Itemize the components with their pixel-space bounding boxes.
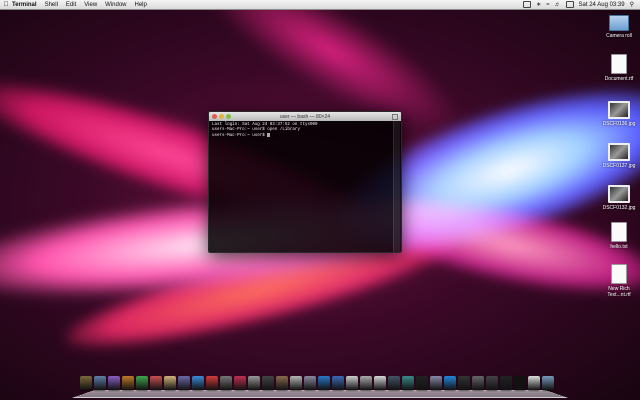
dock-app-icon[interactable] — [192, 376, 204, 390]
dock-app-icon[interactable] — [108, 376, 120, 390]
dock-app-icon[interactable] — [136, 376, 148, 390]
dock-app-icon[interactable] — [542, 376, 554, 390]
terminal-output[interactable]: Last login: Sat Aug 24 03:37:52 on ttys0… — [209, 121, 401, 252]
image-file-icon — [608, 101, 630, 119]
dock-shelf — [72, 389, 568, 398]
dock-app-icon[interactable] — [304, 376, 316, 390]
dock-app-icon[interactable] — [262, 376, 274, 390]
terminal-prompt: users-Mac-Pro:~ user$ — [212, 133, 398, 139]
dock-app-icon[interactable] — [430, 376, 442, 390]
desktop-icon-photo-3[interactable]: DSCF0132.jpg — [602, 182, 636, 211]
dock-app-icon[interactable] — [318, 376, 330, 390]
bluetooth-icon[interactable]: ∗ — [536, 1, 541, 8]
dock-app-icon[interactable] — [206, 376, 218, 390]
menu-window[interactable]: Window — [105, 2, 126, 8]
menu-clock[interactable]: Sat 24 Aug 03:39 — [579, 2, 625, 8]
dock-app-icon[interactable] — [528, 376, 540, 390]
desktop-icon-document[interactable]: Document.rtf — [602, 54, 636, 82]
desktop-icon-rich-text[interactable]: New Rich Text...nt.rtf — [602, 264, 636, 298]
menu-app-terminal[interactable]: Terminal — [12, 2, 37, 8]
desktop-icon-photo-1[interactable]: DSCF0136.jpg — [602, 98, 636, 127]
dock-app-icon[interactable] — [164, 376, 176, 390]
dock-app-icon[interactable] — [388, 376, 400, 390]
dock-app-icon[interactable] — [374, 376, 386, 390]
dock-app-icon[interactable] — [360, 376, 372, 390]
wifi-icon[interactable]: ≈ — [546, 2, 549, 8]
terminal-scrollbar[interactable] — [393, 121, 400, 252]
dock-app-icon[interactable] — [416, 376, 428, 390]
image-file-icon — [608, 185, 630, 203]
desktop-icon-photo-2[interactable]: DSCF0137.jpg — [602, 140, 636, 169]
menu-view[interactable]: View — [84, 2, 97, 8]
dock-app-icon[interactable] — [346, 376, 358, 390]
dock — [72, 376, 568, 398]
dock-app-icon[interactable] — [486, 376, 498, 390]
battery-icon[interactable] — [565, 1, 574, 8]
dock-app-icon[interactable] — [94, 376, 106, 390]
dock-app-icon[interactable] — [122, 376, 134, 390]
desktop-icon-text-file[interactable]: hello.txt — [602, 222, 636, 250]
dock-app-icon[interactable] — [80, 376, 92, 390]
image-file-icon — [608, 143, 630, 161]
dock-app-icon[interactable] — [332, 376, 344, 390]
dock-app-icon[interactable] — [500, 376, 512, 390]
dock-app-icon[interactable] — [472, 376, 484, 390]
menu-bar:  Terminal Shell Edit View Window Help ∗… — [0, 0, 640, 10]
text-cursor — [267, 133, 271, 138]
text-file-icon — [611, 222, 627, 242]
spotlight-icon[interactable]: ⚲ — [630, 1, 634, 8]
terminal-title-bar[interactable]: user — bash — 80×24 — [209, 112, 401, 121]
dock-app-icon[interactable] — [248, 376, 260, 390]
dock-app-icon[interactable] — [150, 376, 162, 390]
dock-app-icon[interactable] — [458, 376, 470, 390]
dock-app-icon[interactable] — [290, 376, 302, 390]
volume-icon[interactable]: ♬ — [555, 2, 561, 8]
toolbar-toggle-button[interactable] — [392, 114, 398, 120]
dock-app-icon[interactable] — [234, 376, 246, 390]
document-icon — [611, 54, 627, 74]
dock-app-icon[interactable] — [276, 376, 288, 390]
menu-extras: ∗ ≈ ♬ Sat 24 Aug 03:39 ⚲ — [523, 1, 640, 8]
menu-help[interactable]: Help — [135, 2, 147, 8]
dock-app-icon[interactable] — [220, 376, 232, 390]
dock-app-icon[interactable] — [444, 376, 456, 390]
menu-edit[interactable]: Edit — [66, 2, 76, 8]
dock-items — [80, 376, 554, 390]
document-icon — [611, 264, 627, 284]
menu-shell[interactable]: Shell — [45, 2, 58, 8]
folder-icon — [609, 15, 629, 31]
desktop-icon-camera-roll[interactable]: Camera roll — [602, 12, 636, 39]
apple-icon[interactable]:  — [0, 1, 12, 8]
terminal-title: user — bash — 80×24 — [279, 113, 331, 120]
terminal-window[interactable]: user — bash — 80×24 Last login: Sat Aug … — [208, 111, 402, 253]
dock-app-icon[interactable] — [402, 376, 414, 390]
dock-app-icon[interactable] — [514, 376, 526, 390]
dock-app-icon[interactable] — [178, 376, 190, 390]
eject-icon[interactable] — [523, 1, 532, 8]
